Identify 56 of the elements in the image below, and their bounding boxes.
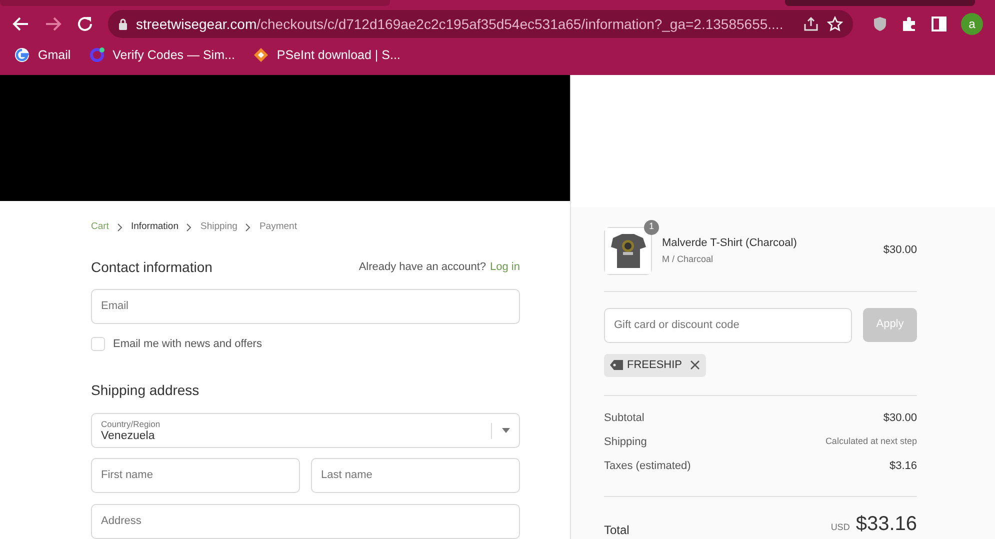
breadcrumb[interactable]: Shipping (200, 220, 238, 235)
total-value: $33.16 (856, 512, 917, 537)
input-field[interactable]: Address (91, 504, 520, 539)
checkbox[interactable] (91, 336, 105, 351)
summary-value: $3.16 (889, 458, 917, 474)
breadcrumb[interactable]: Payment (259, 220, 297, 235)
shield-icon[interactable] (873, 16, 887, 32)
tag-icon (610, 360, 623, 370)
currency-code: USD (830, 521, 850, 534)
summary-label: Subtotal (604, 410, 644, 426)
input-field[interactable]: Gift card or discount code (604, 308, 852, 342)
google-icon (14, 47, 30, 63)
product-price: $30.00 (883, 243, 917, 258)
product-variant: M / Charcoal (662, 253, 714, 266)
breadcrumb[interactable]: Cart (91, 220, 109, 235)
address-bar[interactable]: streetwisegear.com/checkouts/c/d712d169ae2c2c195af35d54ec531a65/information?_ga=2.13585655.... (108, 10, 853, 38)
discount-tag: FREESHIP (604, 354, 706, 376)
ring-icon (88, 47, 105, 63)
back-icon[interactable] (12, 15, 30, 33)
section-title: Contact information (91, 258, 212, 276)
section-title: Shipping address (91, 381, 200, 400)
field-value: Venezuela (101, 429, 156, 442)
chevron-icon (186, 223, 192, 232)
reload-icon[interactable] (76, 15, 94, 33)
share-icon[interactable] (803, 16, 819, 32)
chevron-icon (245, 223, 252, 232)
bookmark[interactable]: Verify Codes — Sim... (88, 46, 235, 64)
input-field[interactable]: Last name (311, 458, 520, 493)
caret-icon (502, 428, 510, 433)
star-icon[interactable] (827, 16, 843, 32)
bookmark[interactable]: PSeInt download | S... (252, 46, 400, 64)
total-label: Total (604, 522, 630, 539)
checkbox-label: Email me with news and offers (113, 336, 262, 352)
url-text: streetwisegear.com/checkouts/c/d712d169ae2c2c195af35d54ec531a65/information?_ga=2.13585655.... (136, 14, 784, 34)
bookmark[interactable]: Gmail (14, 46, 71, 64)
account-prompt: Already have an account? (358, 260, 486, 275)
summary-value: Calculated at next step (825, 435, 917, 448)
close-icon[interactable] (690, 360, 700, 370)
summary-label: Shipping (604, 434, 647, 450)
input-field[interactable]: First name (91, 458, 300, 493)
input-field[interactable]: Email (91, 288, 520, 324)
summary-value: $30.00 (883, 410, 917, 426)
product-name: Malverde T-Shirt (Charcoal) (662, 236, 798, 250)
puzzle-icon[interactable] (901, 16, 917, 32)
breadcrumb[interactable]: Information (130, 220, 178, 235)
login-link[interactable]: Log in (490, 258, 520, 276)
lock-icon (118, 18, 128, 30)
chevron-icon (116, 223, 123, 232)
forward-icon[interactable] (44, 15, 62, 33)
diamond-icon (252, 47, 269, 63)
side-panel-icon[interactable] (931, 16, 947, 32)
summary-label: Taxes (estimated) (604, 458, 691, 474)
field-label: Country/Region (101, 418, 162, 428)
quantity-badge: 1 (644, 220, 659, 234)
country-select[interactable]: Country/Region Venezuela (91, 413, 520, 448)
profile-avatar[interactable]: a (961, 13, 983, 35)
